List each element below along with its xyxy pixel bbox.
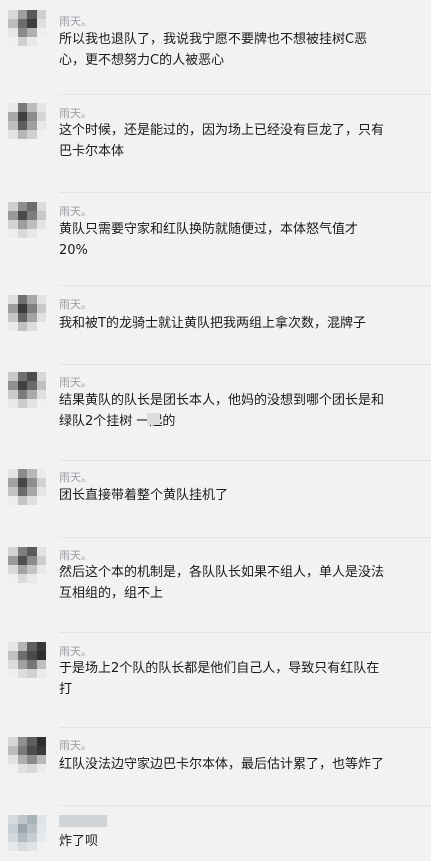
chat-message: 雨天。 结果黄队的队长是团长本人，他妈的没想到哪个团长是和 绿队2个挂树 一起的 <box>0 365 431 461</box>
avatar[interactable] <box>8 10 46 46</box>
message-text: 于是场上2个队的队长都是他们自己人，导致只有红队在 打 <box>59 661 380 697</box>
message-text: 这个时候，还是能过的，因为场上已经没有巨龙了，只有 巴卡尔本体 <box>59 123 385 159</box>
chat-message: 雨天。 所以我也退队了，我说我宁愿不要牌也不想被挂树C恶 心，更不想努力C的人被… <box>0 0 431 95</box>
message-text: 所以我也退队了，我说我宁愿不要牌也不想被挂树C恶 心，更不想努力C的人被恶心 <box>59 32 368 68</box>
avatar[interactable] <box>8 469 46 505</box>
sender-name-blurred <box>59 815 107 827</box>
sender-name: 雨天。 <box>59 15 92 28</box>
chat-message: 雨天。 黄队只需要守家和红队换防就随便过，本体怒气值才 20% <box>0 193 431 286</box>
avatar[interactable] <box>8 642 46 678</box>
message-text: 然后这个本的机制是，各队队长如果不组人，单人是没法 互相组的，组不上 <box>59 565 385 601</box>
avatar[interactable] <box>8 372 46 408</box>
message-text: 炸了呗 <box>59 834 99 849</box>
chat-feed[interactable]: 雨天。 所以我也退队了，我说我宁愿不要牌也不想被挂树C恶 心，更不想努力C的人被… <box>0 0 431 861</box>
chat-message: 雨天。 团长直接带着整个黄队挂机了 <box>0 461 431 538</box>
chat-message: 雨天。 红队没法边守家边巴卡尔本体，最后估计累了，也等炸了 <box>0 728 431 806</box>
avatar[interactable] <box>8 202 46 238</box>
sender-name: 雨天。 <box>59 376 92 389</box>
message-text: 结果黄队的队长是团长本人，他妈的没想到哪个团长是和 绿队2个挂树 一起的 <box>59 393 385 429</box>
avatar[interactable] <box>8 295 46 331</box>
sender-name: 雨天。 <box>59 205 92 218</box>
blurred-text-patch <box>147 413 160 425</box>
avatar[interactable] <box>8 547 46 583</box>
chat-message: 雨天。 然后这个本的机制是，各队队长如果不组人，单人是没法 互相组的，组不上 <box>0 538 431 633</box>
avatar[interactable] <box>8 103 46 139</box>
chat-message: 雨天。 于是场上2个队的队长都是他们自己人，导致只有红队在 打 <box>0 633 431 728</box>
sender-name: 雨天。 <box>59 298 92 311</box>
chat-message: 雨天。 我和被T的龙骑士就让黄队把我两组上拿次数，混牌子 <box>0 286 431 365</box>
chat-message: 炸了呗 <box>0 806 431 861</box>
sender-name: 雨天。 <box>59 645 92 658</box>
sender-name: 雨天。 <box>59 107 92 120</box>
avatar[interactable] <box>8 737 46 773</box>
message-text: 黄队只需要守家和红队换防就随便过，本体怒气值才 20% <box>59 222 359 258</box>
chat-message: 雨天。 这个时候，还是能过的，因为场上已经没有巨龙了，只有 巴卡尔本体 <box>0 95 431 193</box>
message-text: 我和被T的龙骑士就让黄队把我两组上拿次数，混牌子 <box>59 316 366 331</box>
sender-name: 雨天。 <box>59 549 92 562</box>
message-text: 团长直接带着整个黄队挂机了 <box>59 488 229 503</box>
avatar[interactable] <box>8 815 46 851</box>
sender-name: 雨天。 <box>59 471 92 484</box>
message-text: 红队没法边守家边巴卡尔本体，最后估计累了，也等炸了 <box>59 757 385 772</box>
sender-name: 雨天。 <box>59 739 92 752</box>
